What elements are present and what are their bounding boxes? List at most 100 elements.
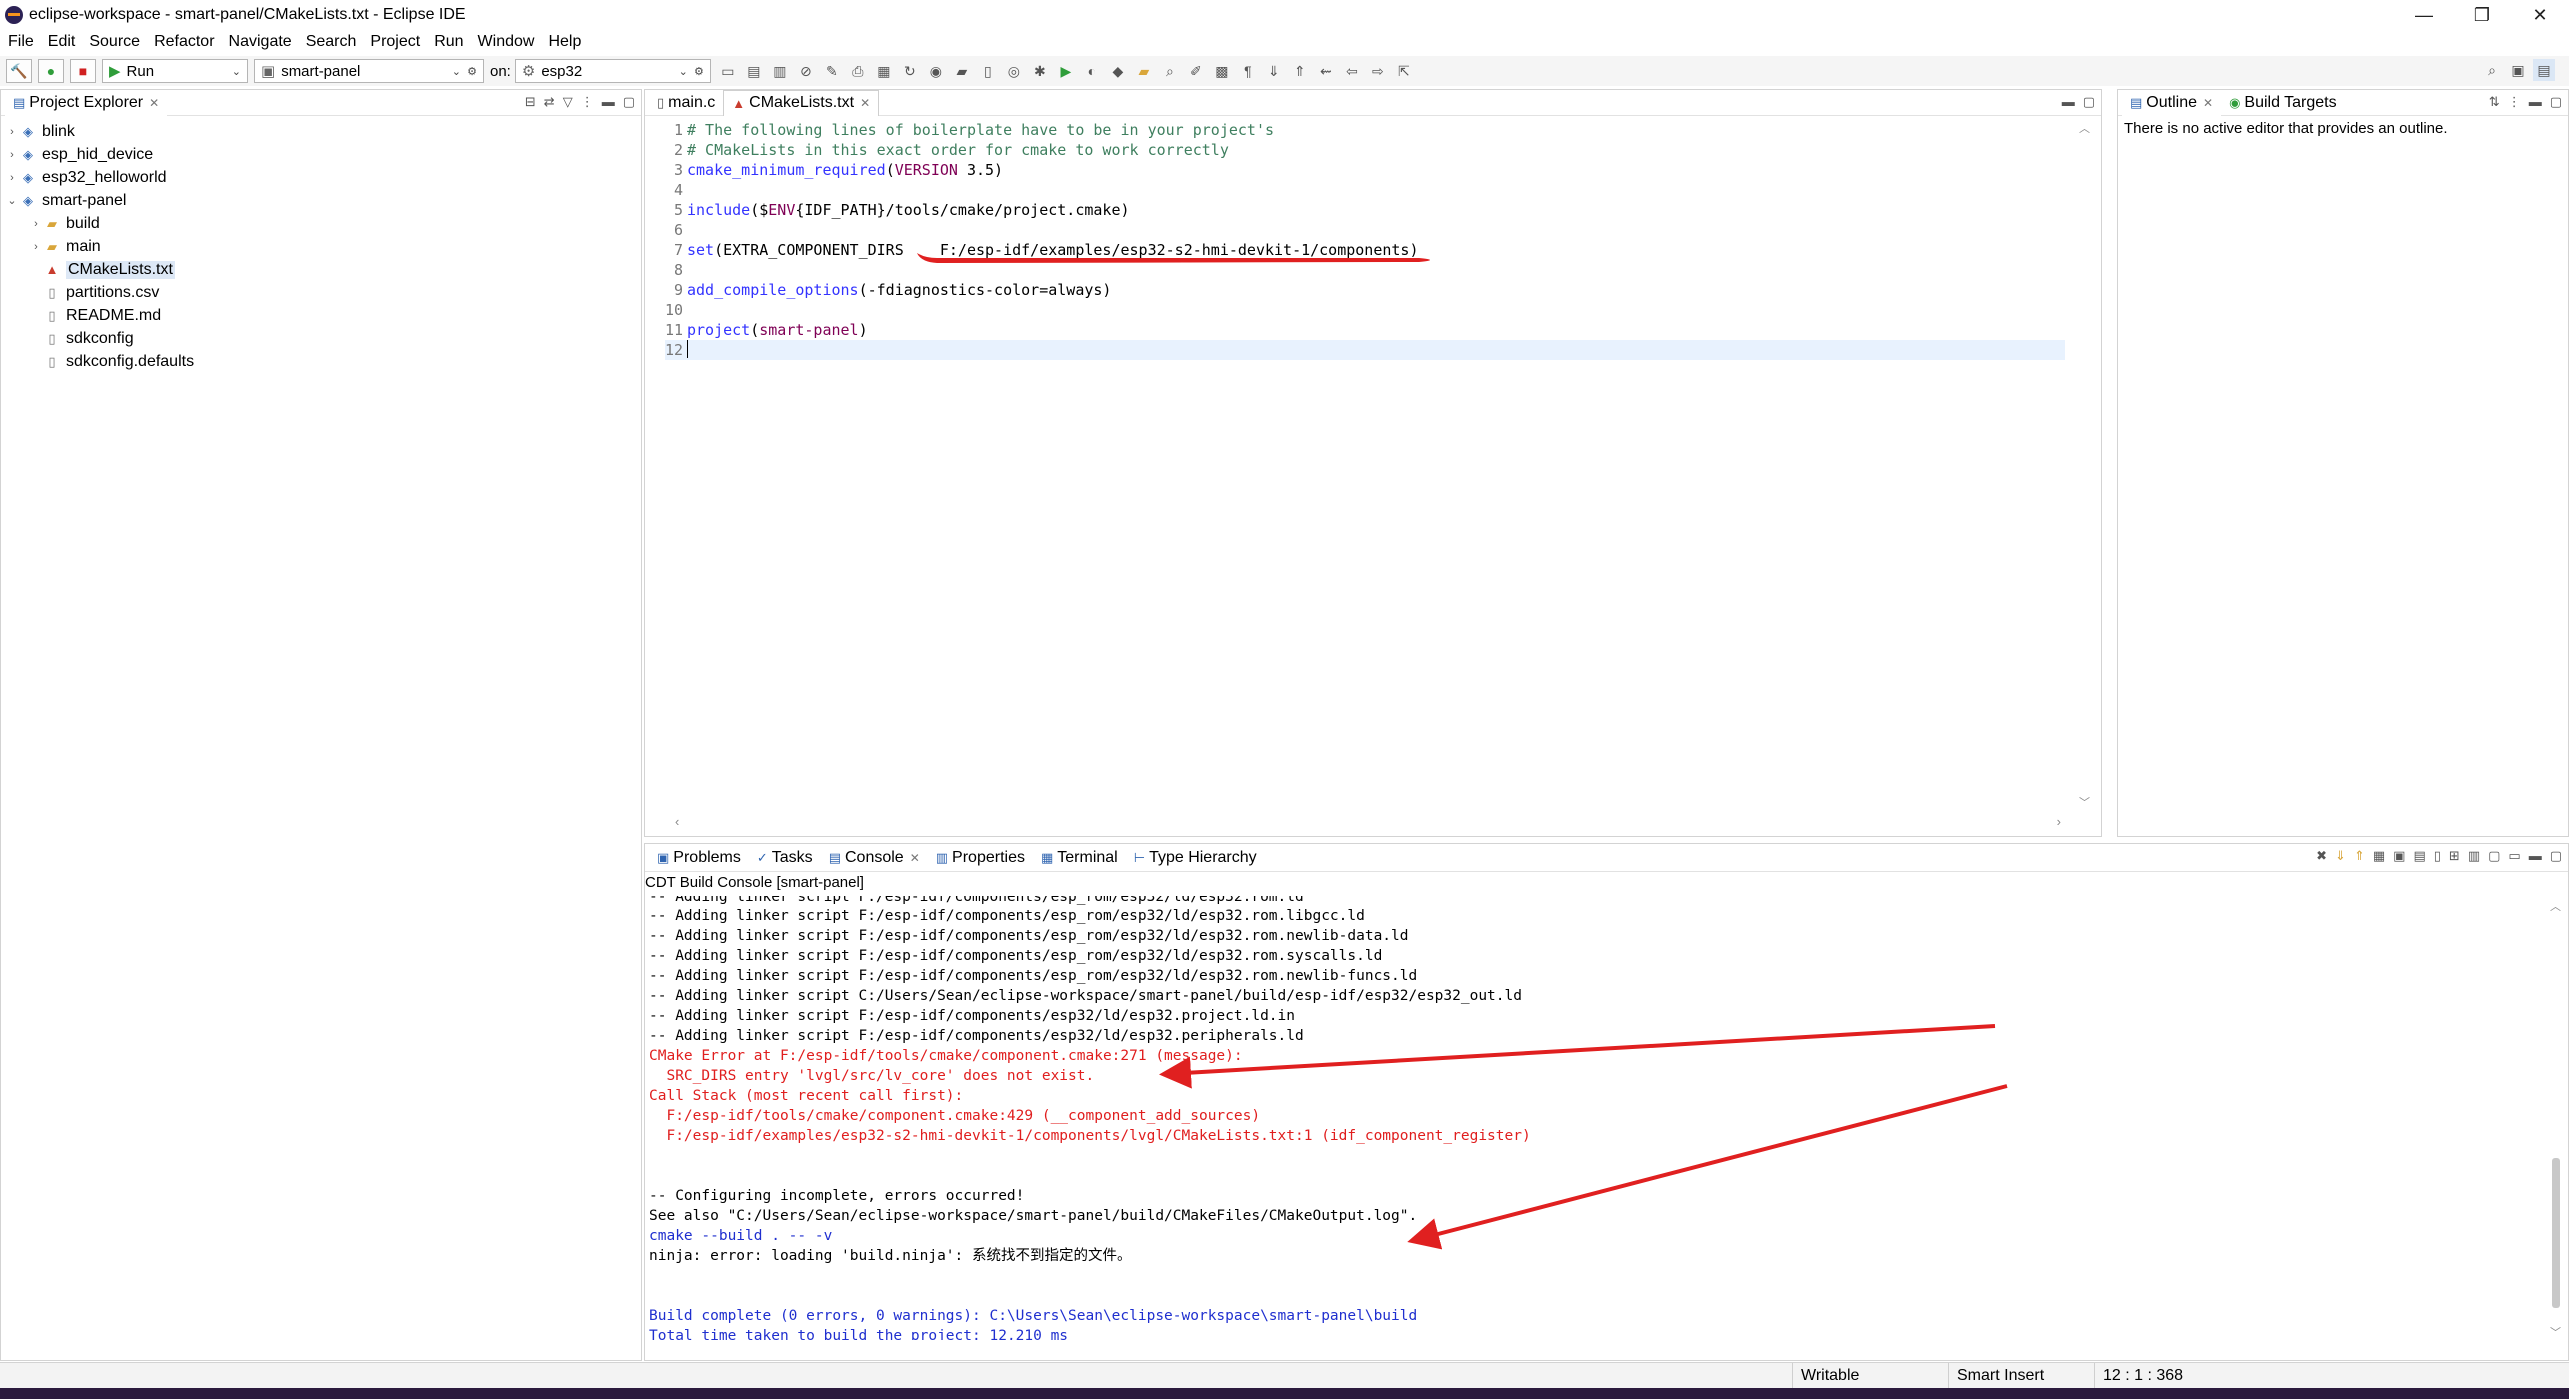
build-hammer-icon[interactable]: 🔨 — [6, 59, 32, 83]
search-file-icon[interactable]: ⌕ — [1159, 60, 1181, 82]
close-window-button[interactable]: ✕ — [2511, 0, 2569, 30]
tree-item-label: CMakeLists.txt — [66, 260, 175, 279]
launch-config-combo[interactable]: ▣ smart-panel ⌄ ⚙ — [254, 59, 484, 83]
new-folder-icon[interactable]: ▰ — [951, 60, 973, 82]
launch-target-combo[interactable]: ⚙ esp32 ⌄ ⚙ — [514, 59, 711, 83]
refresh-icon[interactable]: ↻ — [899, 60, 921, 82]
tree-item-partitions-csv[interactable]: ▯ partitions.csv — [1, 281, 641, 304]
open-type-icon[interactable]: ◎ — [1003, 60, 1025, 82]
launch-run-icon[interactable]: ● — [38, 59, 64, 83]
on-label: on: — [490, 62, 511, 80]
menu-run[interactable]: Run — [434, 33, 463, 51]
last-edit-icon[interactable]: ⇜ — [1315, 60, 1337, 82]
project-icon: ◈ — [23, 146, 33, 162]
tab-project-explorer[interactable]: ▤ Project Explorer ✕ — [5, 89, 168, 116]
pin-editor-icon[interactable]: ⇱ — [1393, 60, 1415, 82]
expand-right-icon[interactable]: › — [29, 218, 43, 230]
coverage-icon[interactable]: ◐ — [1081, 60, 1103, 82]
restore-button[interactable]: ❐ — [2453, 0, 2511, 30]
tree-item-readme-md[interactable]: ▯ README.md — [1, 304, 641, 327]
open-perspective-icon[interactable]: ▣ — [2507, 59, 2529, 81]
sort-icon[interactable]: ⇅ — [2489, 94, 2500, 110]
show-whitespace-icon[interactable]: ¶ — [1237, 60, 1259, 82]
forward-icon[interactable]: ⇨ — [1367, 60, 1389, 82]
tab-build-targets[interactable]: ◉ Build Targets — [2221, 90, 2345, 116]
status-insert-mode[interactable]: Smart Insert — [1948, 1363, 2094, 1389]
tree-item-sdkconfig-defaults[interactable]: ▯ sdkconfig.defaults — [1, 350, 641, 373]
print-icon[interactable]: ⎙ — [847, 60, 869, 82]
save-icon[interactable]: ▤ — [743, 60, 765, 82]
tree-item-label: partitions.csv — [66, 283, 160, 301]
tab-outline[interactable]: ▤ Outline ✕ — [2122, 89, 2222, 116]
tree-item-esp-hid-device[interactable]: › ◈ esp_hid_device — [1, 143, 641, 166]
new-icon[interactable]: ▭ — [717, 60, 739, 82]
next-annotation-icon[interactable]: ⇓ — [1263, 60, 1285, 82]
collapse-all-icon[interactable]: ⊟ — [525, 94, 536, 110]
skip-breakpoints-icon[interactable]: ⊘ — [795, 60, 817, 82]
minimize-icon[interactable]: ▬ — [602, 94, 615, 110]
close-icon[interactable]: ✕ — [149, 96, 159, 110]
debug-icon[interactable]: ✱ — [1029, 60, 1051, 82]
editor-panel: ▯ main.c ▲ CMakeLists.txt ✕ ▬ ▢ 1 # The f… — [644, 89, 2102, 837]
toggle-block-icon[interactable]: ▩ — [1211, 60, 1233, 82]
tree-item-cmakelists-txt[interactable]: ▲ CMakeLists.txt — [1, 258, 641, 281]
mark-occurrences-icon[interactable]: ✐ — [1185, 60, 1207, 82]
expand-right-icon[interactable]: › — [5, 172, 19, 184]
build-config-icon[interactable]: ✎ — [821, 60, 843, 82]
tree-item-label: README.md — [66, 306, 162, 324]
stop-icon[interactable]: ■ — [70, 59, 96, 83]
maximize-icon[interactable]: ▢ — [2550, 94, 2562, 110]
open-folder-icon[interactable]: ▰ — [1133, 60, 1155, 82]
status-cursor-position[interactable]: 12 : 1 : 368 — [2094, 1363, 2244, 1389]
tree-item-esp32-helloworld[interactable]: › ◈ esp32_helloworld — [1, 166, 641, 189]
title-bar: eclipse-workspace - smart-panel/CMakeLis… — [0, 0, 2569, 30]
editor-vertical-scrollbar[interactable]: ︿ ﹀ — [2077, 120, 2093, 810]
view-menu-icon[interactable]: ⋮ — [2508, 94, 2521, 110]
external-tools-icon[interactable]: ◆ — [1107, 60, 1129, 82]
editor-horizontal-scrollbar[interactable]: ‹ › — [675, 814, 2061, 830]
terminal-icon[interactable]: ▦ — [873, 60, 895, 82]
scroll-up-icon[interactable]: ︿ — [2079, 120, 2090, 136]
save-all-icon[interactable]: ▥ — [769, 60, 791, 82]
tree-item-main[interactable]: › ▰ main — [1, 235, 641, 258]
file-icon: ▯ — [48, 284, 56, 300]
tree-item-blink[interactable]: › ◈ blink — [1, 120, 641, 143]
menu-help[interactable]: Help — [548, 33, 581, 51]
menu-navigate[interactable]: Navigate — [229, 33, 292, 51]
tree-item-smart-panel[interactable]: ⌄ ◈ smart-panel — [1, 189, 641, 212]
c-cpp-perspective-icon[interactable]: ▤ — [2533, 59, 2555, 81]
expand-right-icon[interactable]: › — [5, 126, 19, 138]
gear-icon[interactable]: ⚙ — [467, 65, 477, 78]
menu-project[interactable]: Project — [370, 33, 420, 51]
minimize-button[interactable]: — — [2395, 0, 2453, 30]
filter-icon[interactable]: ▽ — [563, 94, 573, 110]
back-icon[interactable]: ⇦ — [1341, 60, 1363, 82]
new-class-icon[interactable]: ◉ — [925, 60, 947, 82]
tree-item-build[interactable]: › ▰ build — [1, 212, 641, 235]
previous-annotation-icon[interactable]: ⇑ — [1289, 60, 1311, 82]
menu-search[interactable]: Search — [306, 33, 357, 51]
menu-file[interactable]: File — [8, 33, 34, 51]
search-icon[interactable]: ⌕ — [2481, 59, 2503, 81]
new-file-icon[interactable]: ▯ — [977, 60, 999, 82]
expand-right-icon[interactable]: › — [29, 241, 43, 253]
gear-icon[interactable]: ⚙ — [694, 65, 704, 78]
close-icon[interactable]: ✕ — [2203, 96, 2213, 110]
scroll-down-icon[interactable]: ﹀ — [2079, 794, 2090, 810]
minimize-icon[interactable]: ▬ — [2529, 94, 2542, 110]
launch-mode-combo[interactable]: ▶ Run ⌄ — [102, 59, 248, 83]
scroll-left-icon[interactable]: ‹ — [675, 814, 679, 829]
maximize-icon[interactable]: ▢ — [623, 94, 635, 110]
view-menu-icon[interactable]: ⋮ — [581, 94, 594, 110]
menu-edit[interactable]: Edit — [48, 33, 76, 51]
project-tree: › ◈ blink › ◈ esp_hid_device › ◈ esp32_helloworl… — [1, 116, 641, 373]
menu-window[interactable]: Window — [478, 33, 535, 51]
menu-refactor[interactable]: Refactor — [154, 33, 214, 51]
tree-item-sdkconfig[interactable]: ▯ sdkconfig — [1, 327, 641, 350]
link-editor-icon[interactable]: ⇄ — [544, 94, 555, 110]
scroll-right-icon[interactable]: › — [2057, 814, 2061, 829]
expand-right-icon[interactable]: › — [5, 149, 19, 161]
menu-source[interactable]: Source — [89, 33, 140, 51]
expand-down-icon[interactable]: ⌄ — [5, 194, 19, 207]
run-icon[interactable]: ▶ — [1055, 60, 1077, 82]
